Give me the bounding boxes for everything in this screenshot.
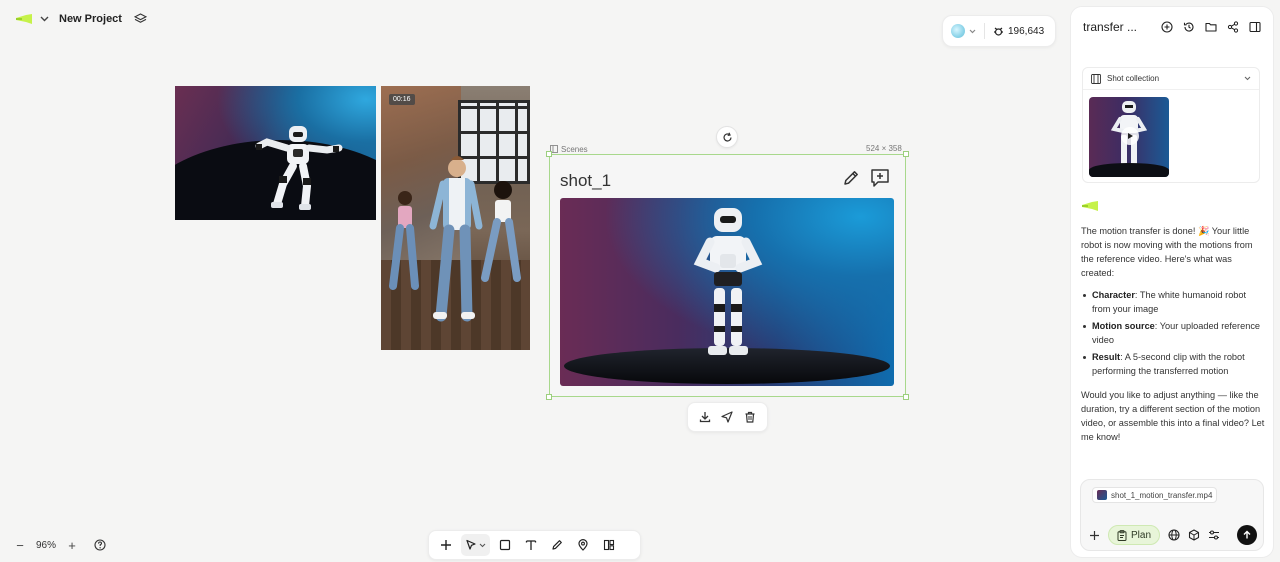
attachment-thumbnail	[1097, 490, 1107, 500]
pen-icon	[552, 540, 562, 550]
app-logo-icon[interactable]	[16, 14, 34, 24]
rotate-handle[interactable]	[716, 126, 738, 148]
film-icon	[1091, 73, 1101, 84]
arrow-up-icon	[1243, 530, 1251, 539]
video-duration-badge: 00:16	[389, 94, 415, 105]
frame-tool-button[interactable]	[494, 534, 516, 556]
add-tool-button[interactable]	[435, 534, 457, 556]
chat-composer[interactable]: shot_1_motion_transfer.mp4 Plan	[1080, 479, 1264, 551]
zoom-controls: − 96% +	[14, 536, 106, 554]
attachment-name: shot_1_motion_transfer.mp4	[1111, 490, 1213, 500]
list-item: Result: A 5-second clip with the robot p…	[1081, 350, 1265, 378]
chevron-down-icon[interactable]	[40, 16, 49, 22]
list-item-label: Result	[1092, 352, 1121, 362]
zoom-level[interactable]: 96%	[36, 540, 56, 551]
select-tool-button[interactable]	[461, 534, 490, 556]
rotate-icon	[722, 132, 732, 141]
robot-figure	[693, 208, 763, 355]
project-header: New Project	[16, 11, 147, 27]
scene-label: Scenes	[550, 144, 588, 154]
history-icon[interactable]	[1183, 21, 1195, 33]
location-pin-icon	[578, 539, 588, 551]
shot-image[interactable]	[560, 198, 894, 386]
add-comment-icon[interactable]	[870, 168, 890, 188]
shot-collection-card[interactable]: Shot collection	[1082, 67, 1260, 183]
chevron-down-icon[interactable]	[969, 29, 976, 34]
help-icon[interactable]	[94, 539, 106, 551]
project-title[interactable]: New Project	[59, 13, 122, 25]
plan-label: Plan	[1131, 529, 1152, 541]
layers-icon[interactable]	[133, 13, 147, 25]
settings-sliders-icon[interactable]	[1208, 529, 1220, 541]
send-message-button[interactable]	[1237, 525, 1257, 545]
share-icon[interactable]	[1227, 21, 1239, 33]
canvas-video-reference-dancers[interactable]: 00:16	[381, 86, 530, 350]
canvas-image-robot-pose[interactable]	[175, 86, 376, 220]
divider	[984, 23, 985, 39]
robot-figure	[255, 126, 343, 210]
message-intro: The motion transfer is done! 🎉 Your litt…	[1081, 226, 1253, 278]
scene-size-readout: 524 × 358	[866, 144, 902, 153]
scene-label-text: Scenes	[561, 144, 588, 154]
scene-frame[interactable]: shot_1	[546, 151, 909, 400]
resize-handle-top-left[interactable]	[546, 151, 552, 157]
plan-mode-button[interactable]: Plan	[1108, 525, 1161, 545]
resize-handle-top-right[interactable]	[903, 151, 909, 157]
square-icon	[499, 539, 511, 551]
message-outro: Would you like to adjust anything — like…	[1081, 390, 1265, 442]
sidebar-toggle-icon[interactable]	[1249, 21, 1261, 33]
scene-actions-bar	[687, 402, 768, 432]
list-item-label: Motion source	[1092, 321, 1155, 331]
chat-panel: transfer ... character. Shot co	[1070, 6, 1274, 558]
zoom-in-button[interactable]: +	[66, 538, 78, 553]
chevron-down-icon[interactable]	[1244, 76, 1251, 81]
new-chat-icon[interactable]	[1161, 21, 1173, 33]
assistant-logo-icon	[1082, 201, 1100, 211]
clipboard-icon	[1117, 529, 1127, 541]
account-credits-bar: 196,643	[942, 15, 1056, 47]
list-item-label: Character	[1092, 290, 1135, 300]
shot-title[interactable]: shot_1	[560, 171, 611, 191]
composer-toolbar: Plan	[1089, 524, 1257, 546]
resize-handle-bottom-left[interactable]	[546, 394, 552, 400]
chat-header: transfer ...	[1071, 7, 1273, 47]
add-attachment-icon[interactable]	[1089, 530, 1100, 541]
assistant-message: The motion transfer is done! 🎉 Your litt…	[1081, 224, 1265, 452]
thumbnail-table	[1089, 163, 1169, 177]
shot-collection-label: Shot collection	[1107, 74, 1160, 83]
download-icon[interactable]	[699, 411, 711, 423]
layout-icon	[603, 539, 615, 551]
pin-tool-button[interactable]	[572, 534, 594, 556]
globe-icon[interactable]	[1168, 529, 1180, 541]
canvas-toolbar	[428, 530, 641, 560]
chevron-down-icon	[479, 543, 486, 547]
attachment-chip[interactable]: shot_1_motion_transfer.mp4	[1092, 487, 1218, 503]
cube-icon[interactable]	[1188, 529, 1200, 541]
text-icon	[525, 540, 537, 550]
pencil-icon[interactable]	[842, 169, 860, 187]
credits-value[interactable]: 196,643	[1008, 26, 1044, 37]
avatar[interactable]	[951, 24, 965, 38]
folder-icon[interactable]	[1205, 21, 1217, 33]
credits-icon	[993, 26, 1004, 37]
draw-tool-button[interactable]	[546, 534, 568, 556]
layout-tool-button[interactable]	[598, 534, 620, 556]
zoom-out-button[interactable]: −	[14, 538, 26, 553]
play-icon[interactable]	[1121, 127, 1139, 145]
shot-collection-header[interactable]: Shot collection	[1083, 68, 1259, 90]
dancers-figures	[389, 156, 521, 322]
chat-title[interactable]: transfer ...	[1083, 20, 1161, 34]
list-item: Motion source: Your uploaded reference v…	[1081, 319, 1265, 347]
list-item: Character: The white humanoid robot from…	[1081, 288, 1265, 316]
resize-handle-bottom-right[interactable]	[903, 394, 909, 400]
trash-icon[interactable]	[744, 411, 756, 423]
shot-thumbnail[interactable]	[1089, 97, 1169, 177]
plus-icon	[441, 540, 451, 550]
chat-header-actions	[1161, 21, 1261, 33]
cursor-icon	[466, 539, 476, 550]
send-icon[interactable]	[721, 411, 734, 423]
message-list: Character: The white humanoid robot from…	[1081, 288, 1265, 378]
text-tool-button[interactable]	[520, 534, 542, 556]
